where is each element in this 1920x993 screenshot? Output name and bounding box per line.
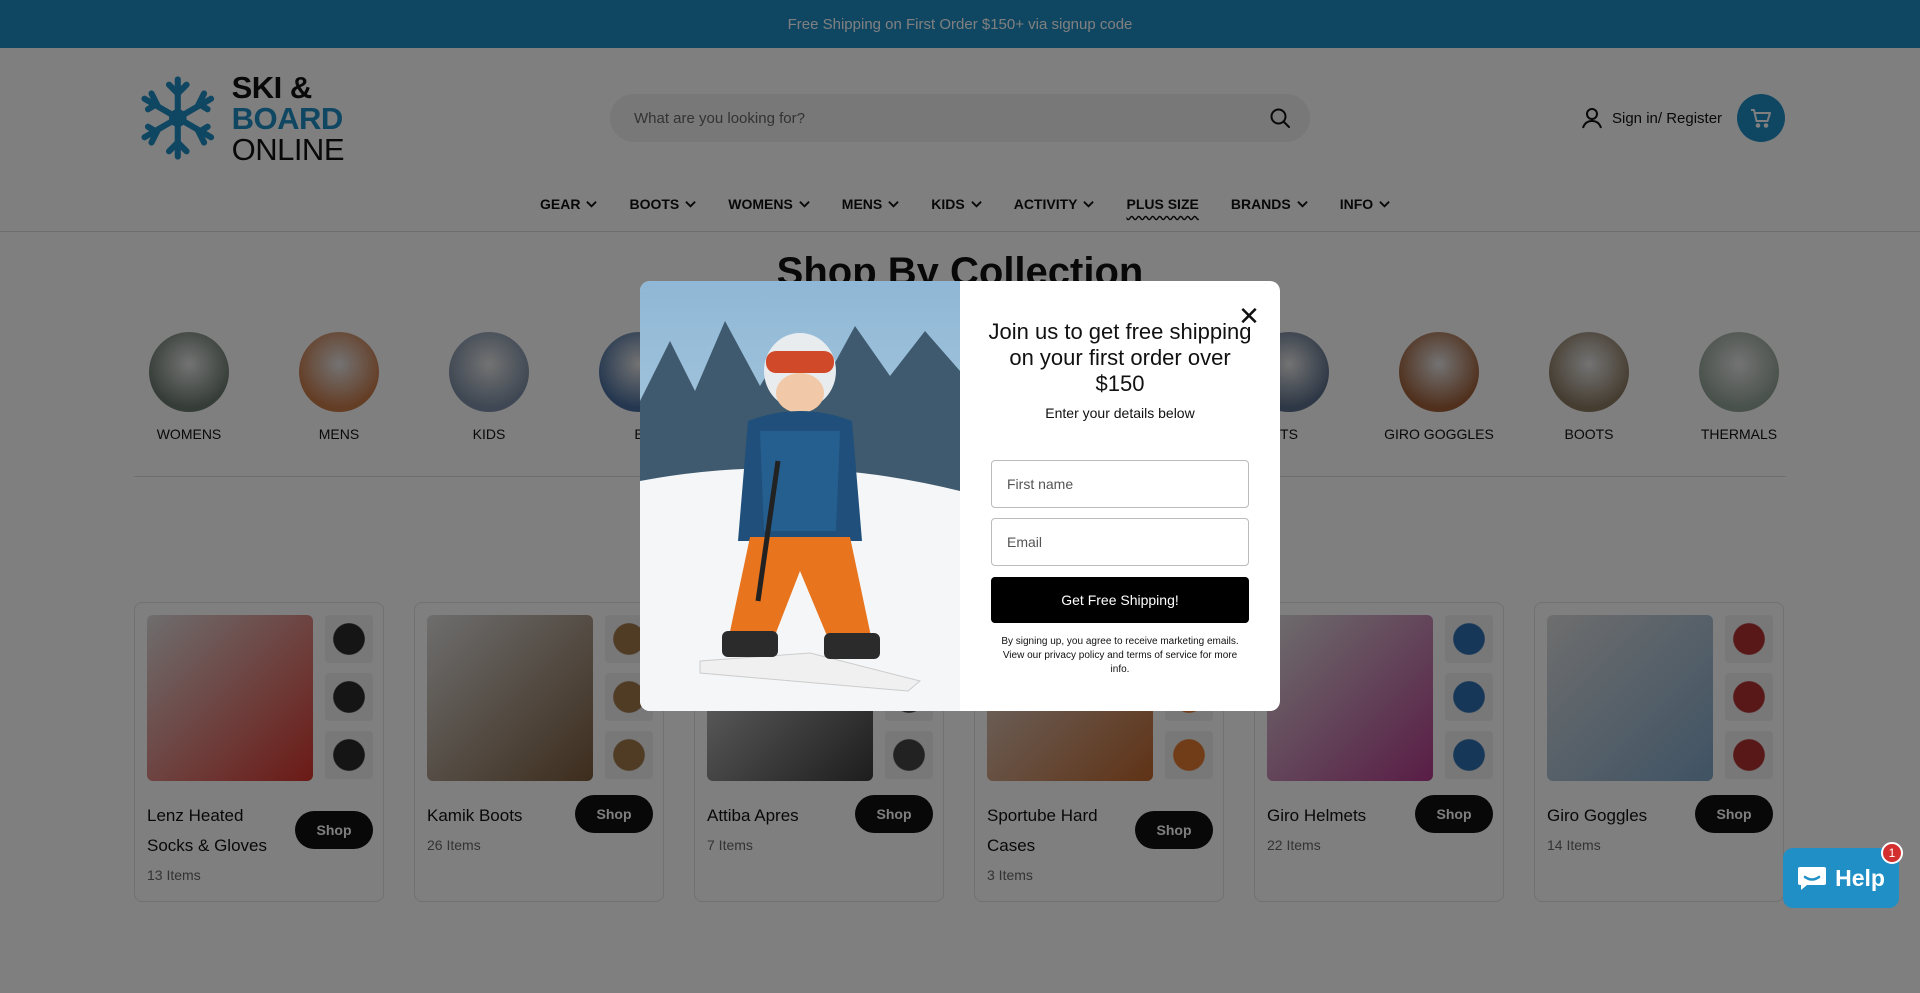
chat-bubble-icon bbox=[1798, 867, 1827, 890]
help-label: Help bbox=[1835, 864, 1885, 891]
first-name-field[interactable] bbox=[991, 460, 1249, 508]
popup-headline: Join us to get free shipping on your fir… bbox=[988, 319, 1252, 396]
popup-subtext: Enter your details below bbox=[1045, 405, 1195, 421]
notification-badge: 1 bbox=[1881, 842, 1903, 864]
signup-popup: ✕ Join us to get free shipping on your f… bbox=[640, 281, 1280, 711]
email-field[interactable] bbox=[991, 518, 1249, 566]
popup-legal-text: By signing up, you agree to receive mark… bbox=[1001, 636, 1239, 675]
popup-photo bbox=[640, 281, 960, 711]
get-free-shipping-button[interactable]: Get Free Shipping! bbox=[991, 577, 1249, 623]
